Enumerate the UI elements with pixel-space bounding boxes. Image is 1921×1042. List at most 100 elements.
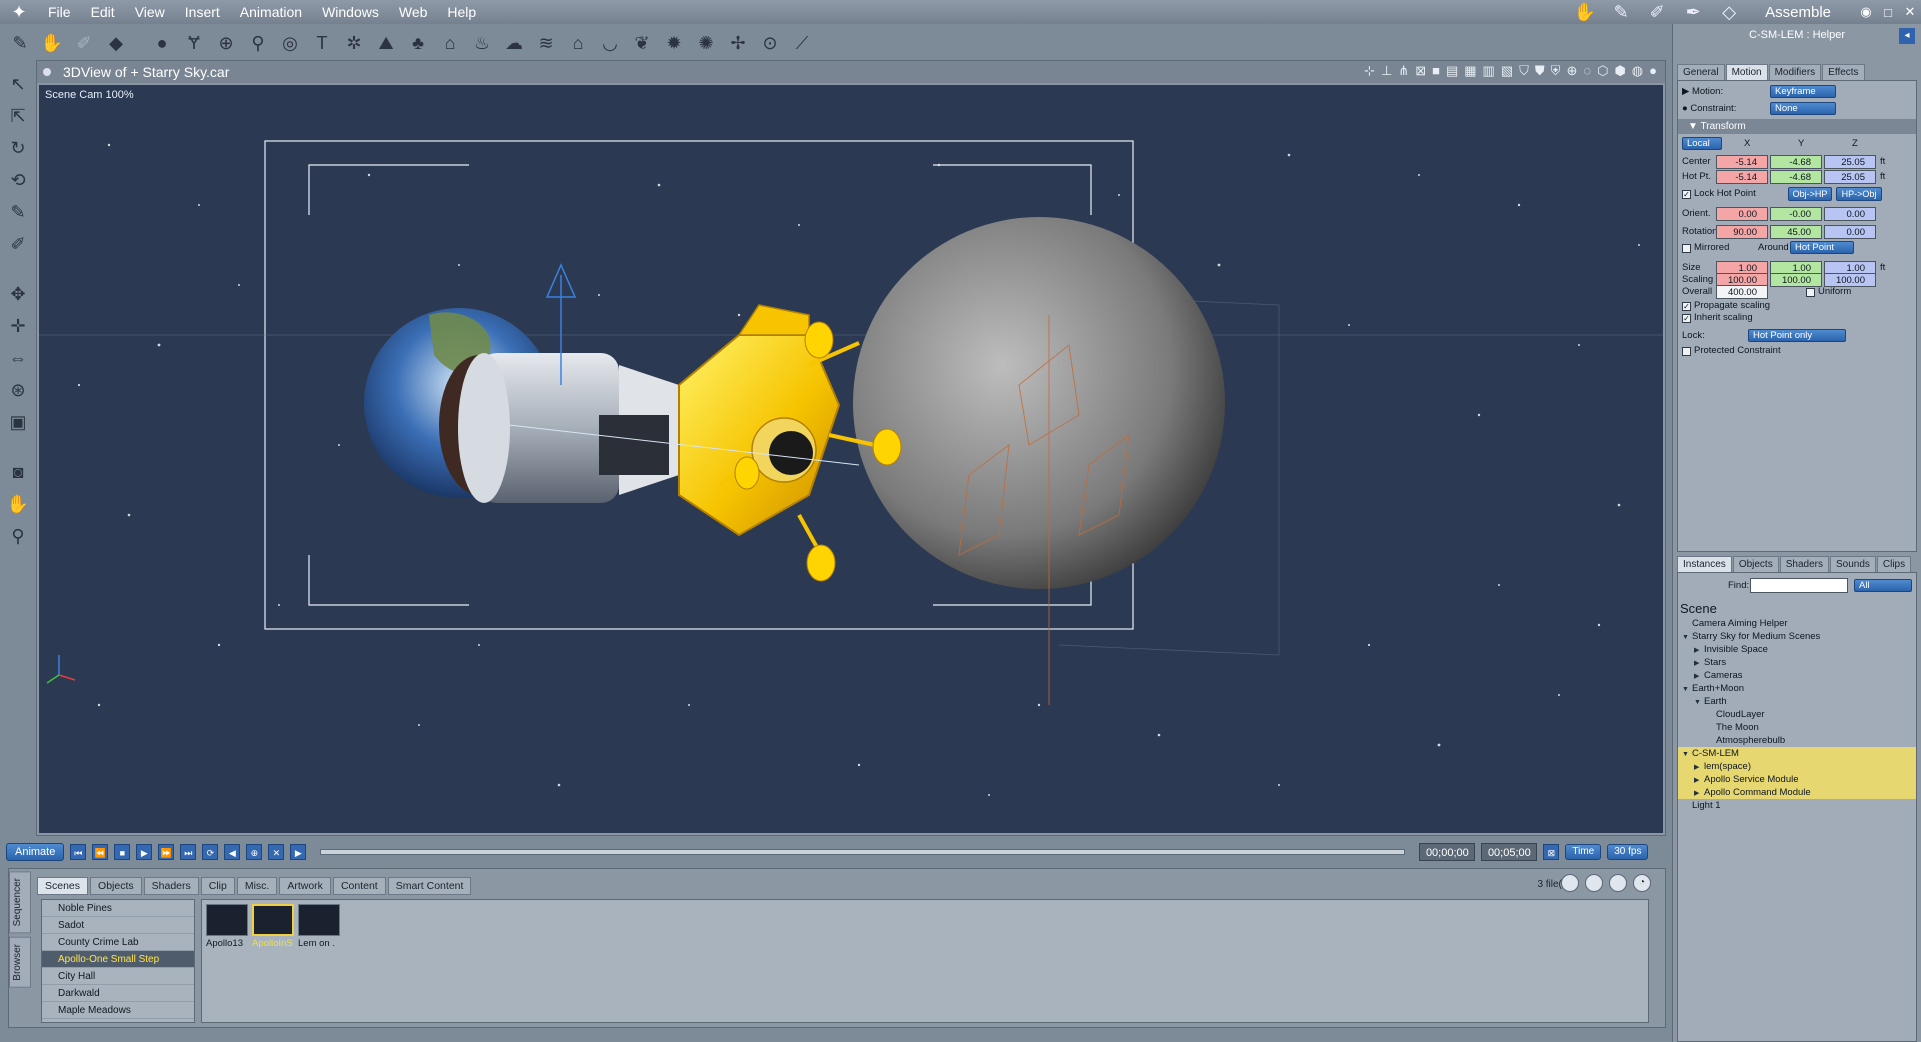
torus-primitive-icon[interactable]: ◎ <box>276 29 304 57</box>
tree-node[interactable]: Light 1 <box>1678 799 1916 812</box>
rotation-y-field[interactable]: 45.00 <box>1770 225 1822 239</box>
move-icon[interactable]: ✥ <box>3 280 33 308</box>
preview-shade-icon[interactable]: ● <box>1649 63 1657 79</box>
bones-icon[interactable]: ✢ <box>724 29 752 57</box>
prev-key-icon[interactable]: ◀ <box>224 844 241 860</box>
transform-header[interactable]: ▼ Transform <box>1678 119 1916 134</box>
tab-browser[interactable]: Browser <box>9 937 31 989</box>
select-arrow-icon[interactable]: ↖ <box>3 70 33 98</box>
ground-icon[interactable]: ⊥ <box>1381 63 1392 79</box>
frame-icon[interactable]: ⊹ <box>1364 63 1375 79</box>
tab-motion[interactable]: Motion <box>1725 64 1768 81</box>
lock-dropdown[interactable]: Hot Point only <box>1748 329 1846 342</box>
room-shader-icon[interactable]: ✒ <box>1675 1 1711 23</box>
globe-rotate-icon[interactable]: ⊛ <box>3 376 33 404</box>
target-icon[interactable]: ⊙ <box>756 29 784 57</box>
list-item[interactable]: Maple Meadows <box>42 1002 194 1019</box>
four-views-icon[interactable]: ▦ <box>1464 63 1476 79</box>
link-tool-icon[interactable]: ⟋ <box>788 29 816 57</box>
menu-animation[interactable]: Animation <box>230 0 312 24</box>
rotation-x-field[interactable]: 90.00 <box>1716 225 1768 239</box>
tab-scenes[interactable]: Scenes <box>37 877 89 895</box>
obj-to-hp-button[interactable]: Obj->HP <box>1788 187 1832 201</box>
small-thumbs-icon[interactable] <box>1561 874 1579 892</box>
tab-misc[interactable]: Misc. <box>236 877 278 895</box>
hat-primitive-icon[interactable]: ⌂ <box>436 29 464 57</box>
find-input[interactable] <box>1750 578 1848 593</box>
layout-icon[interactable]: ▧ <box>1501 63 1513 79</box>
large-thumbs-icon[interactable] <box>1609 874 1627 892</box>
tab-modifiers[interactable]: Modifiers <box>1768 64 1822 81</box>
tab-shaders[interactable]: Shaders <box>1779 556 1829 573</box>
tree-node[interactable]: Atmospherebulb <box>1678 734 1916 747</box>
scale-icon[interactable]: ⇔ <box>3 344 33 372</box>
tree-node[interactable]: The Moon <box>1678 721 1916 734</box>
fast-forward-icon[interactable]: ⏩ <box>158 844 175 860</box>
tab-effects[interactable]: Effects <box>1822 64 1865 81</box>
menu-insert[interactable]: Insert <box>175 0 230 24</box>
render-area-icon[interactable]: ⊠ <box>1543 844 1560 860</box>
tree-node[interactable]: ▼ C-SM-LEM <box>1678 747 1916 760</box>
window-maximize-button[interactable]: □ <box>1877 5 1899 20</box>
list-item[interactable]: Darkwald <box>42 985 194 1002</box>
protected-constraint-checkbox[interactable] <box>1682 347 1691 356</box>
paintbrush-icon[interactable]: ✎ <box>3 198 33 226</box>
scene-thumbnail[interactable]: Lem on . <box>298 904 340 956</box>
list-item[interactable]: County Crime Lab <box>42 934 194 951</box>
tree-node[interactable]: ▶ Stars <box>1678 656 1916 669</box>
three-views-icon[interactable]: ▥ <box>1483 63 1495 79</box>
particles-icon[interactable]: ✺ <box>692 29 720 57</box>
select-group-icon[interactable]: ⇱ <box>3 102 33 130</box>
tab-sequencer[interactable]: Sequencer <box>9 871 31 934</box>
scene-thumbnail-selected[interactable]: ApolloInS <box>252 904 294 956</box>
tab-objects[interactable]: Objects <box>90 877 142 895</box>
menu-file[interactable]: File <box>38 0 81 24</box>
leaf-primitive-icon[interactable]: ❦ <box>628 29 656 57</box>
globe-primitive-icon[interactable]: ⊕ <box>212 29 240 57</box>
scaling-y-field[interactable]: 100.00 <box>1770 273 1822 287</box>
tree-node[interactable]: ▶ Apollo Service Module <box>1678 773 1916 786</box>
rotate-icon[interactable]: ↻ <box>3 134 33 162</box>
center-z-field[interactable]: 25.05 <box>1824 155 1876 169</box>
pan-hand-icon[interactable]: ✋ <box>3 490 33 518</box>
play-icon[interactable]: ▶ <box>136 844 153 860</box>
menu-web[interactable]: Web <box>389 0 438 24</box>
room-hand-icon[interactable]: ✋ <box>1567 1 1603 23</box>
window-visibility-button[interactable]: ◉ <box>1855 4 1877 20</box>
tree-primitive-icon[interactable]: ♣ <box>404 29 432 57</box>
render-icon[interactable]: ⊠ <box>1415 63 1426 79</box>
smooth-shade-icon[interactable]: ◍ <box>1632 63 1643 79</box>
3d-scene-canvas[interactable]: Scene Cam 100% <box>39 85 1663 833</box>
list-item[interactable]: City Hall <box>42 968 194 985</box>
room-assemble-icon[interactable]: ◇ <box>1711 1 1747 23</box>
tab-general[interactable]: General <box>1677 64 1725 81</box>
shield-icon[interactable]: ⛉ <box>1519 63 1529 79</box>
go-start-icon[interactable]: ⏮ <box>70 844 87 860</box>
delete-key-icon[interactable]: ✕ <box>268 844 285 860</box>
twist-icon[interactable]: ⟲ <box>3 166 33 194</box>
space-dropdown[interactable]: Local <box>1682 137 1722 150</box>
tree-node[interactable]: ▶ Invisible Space <box>1678 643 1916 656</box>
eyedropper-icon[interactable]: ✐ <box>3 230 33 258</box>
hp-to-obj-button[interactable]: HP->Obj <box>1836 187 1882 201</box>
motion-dropdown[interactable]: Keyframe <box>1770 85 1836 98</box>
time-mode-dropdown[interactable]: Time <box>1565 844 1602 860</box>
tab-artwork[interactable]: Artwork <box>279 877 331 895</box>
flat-shade-icon[interactable]: ⬢ <box>1614 63 1625 79</box>
propagate-scaling-checkbox[interactable]: ✓ <box>1682 302 1691 311</box>
room-paint-icon[interactable]: ✎ <box>1603 1 1639 23</box>
text-primitive-icon[interactable]: T <box>308 29 336 57</box>
orient-z-field[interactable]: 0.00 <box>1824 207 1876 221</box>
inherit-scaling-checkbox[interactable]: ✓ <box>1682 314 1691 323</box>
hotpt-x-field[interactable]: -5.14 <box>1716 170 1768 184</box>
list-item-selected[interactable]: Apollo-One Small Step <box>42 951 194 968</box>
magic-wand-icon[interactable]: ✎ <box>6 29 34 57</box>
constraint-dropdown[interactable]: None <box>1770 102 1836 115</box>
tab-objects[interactable]: Objects <box>1732 556 1779 573</box>
rotation-z-field[interactable]: 0.00 <box>1824 225 1876 239</box>
light-bulb-icon[interactable]: ✹ <box>660 29 688 57</box>
uniform-checkbox[interactable] <box>1806 288 1815 297</box>
fps-dropdown[interactable]: 30 fps <box>1607 844 1649 860</box>
menu-windows[interactable]: Windows <box>312 0 389 24</box>
lock-hot-point-checkbox[interactable]: ✓ <box>1682 190 1691 199</box>
